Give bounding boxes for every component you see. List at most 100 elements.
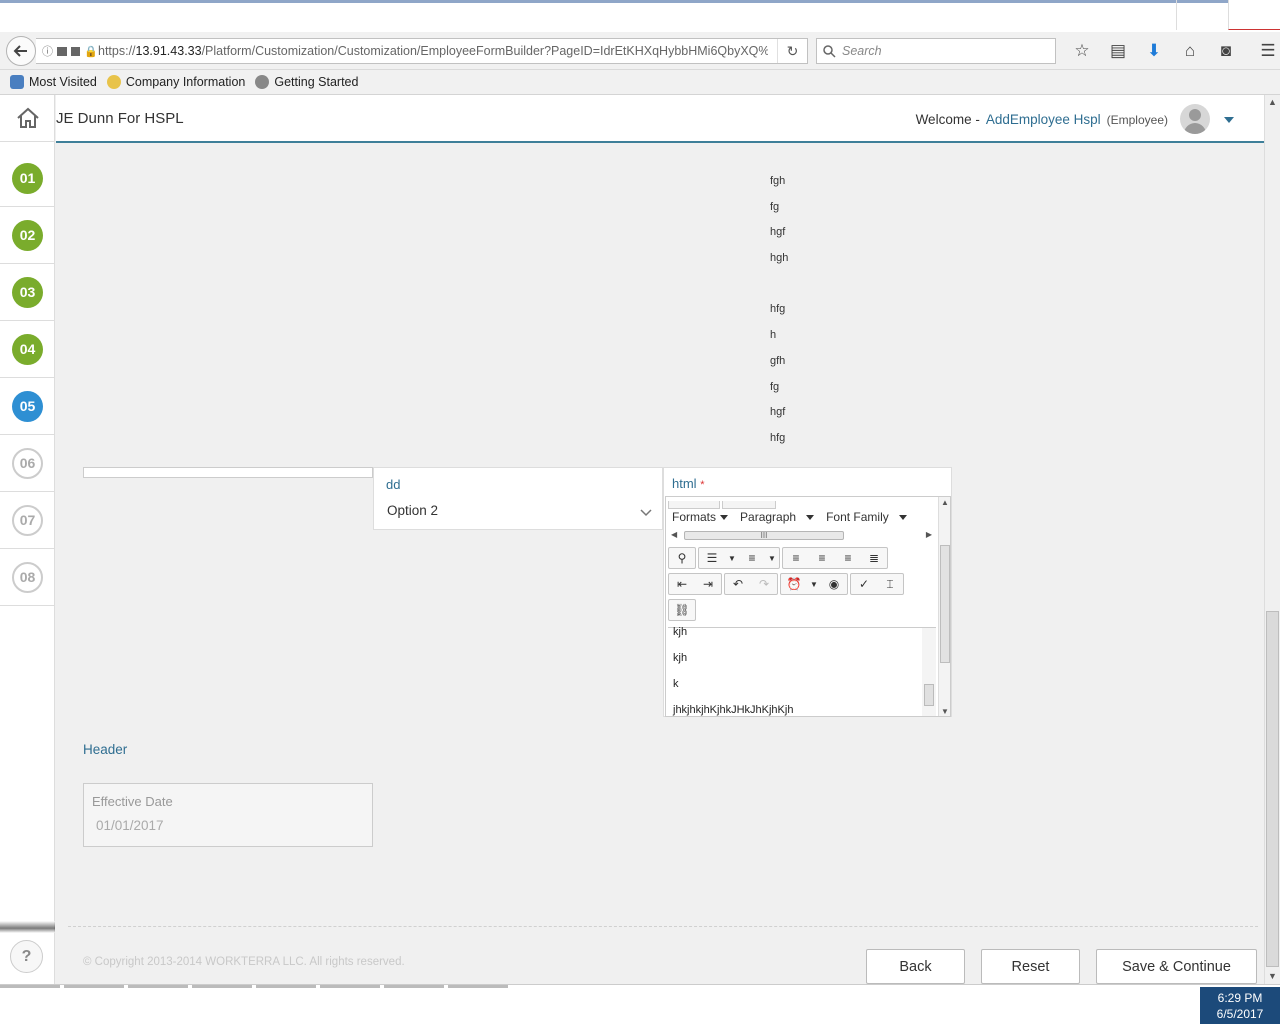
step-04[interactable]: 04 <box>0 321 55 378</box>
back-arrow-icon[interactable] <box>6 36 36 66</box>
find-binoculars-icon[interactable]: ⚲ <box>669 548 695 568</box>
align-right-icon[interactable]: ≡ <box>835 548 861 568</box>
paragraph-label: Paragraph <box>740 509 797 524</box>
search-input[interactable]: Search <box>816 38 1056 64</box>
redo-icon[interactable]: ↷ <box>751 574 777 594</box>
taskbar-item[interactable] <box>384 985 444 988</box>
font-family-dropdown[interactable]: Font Family <box>826 510 907 524</box>
taskbar-item[interactable] <box>64 985 124 988</box>
step-07[interactable]: 07 <box>0 492 55 549</box>
caret-down-icon <box>898 514 907 520</box>
taskbar-item[interactable] <box>320 985 380 988</box>
scroll-up-icon[interactable]: ▲ <box>1268 97 1277 107</box>
navigation-toolbar: ⓘ 🔒 https://13.91.43.33/Platform/Customi… <box>0 32 1280 70</box>
editor-content[interactable]: kjh kjh k jhkjhkjhKjhkJHkJhKjhKjh <box>668 626 936 716</box>
maximize-button[interactable] <box>1176 0 1228 30</box>
align-center-icon[interactable]: ≡ <box>809 548 835 568</box>
avatar[interactable] <box>1180 104 1210 134</box>
caret-down-icon[interactable]: ▼ <box>725 548 739 568</box>
scroll-down-icon[interactable]: ▼ <box>941 707 949 716</box>
preview-line: hgh <box>770 252 789 265</box>
taskbar-item[interactable] <box>256 985 316 988</box>
scroll-right-icon[interactable]: ▶ <box>926 530 932 539</box>
link-icon[interactable]: ⛓ <box>669 600 695 620</box>
scroll-thumb[interactable] <box>940 545 950 663</box>
bookmark-most-visited[interactable]: Most Visited <box>10 75 97 89</box>
align-justify-icon[interactable]: ≣ <box>861 548 887 568</box>
dd-selected-value[interactable]: Option 2 <box>387 503 438 518</box>
outdent-icon[interactable]: ⇤ <box>669 574 695 594</box>
toolbar-horizontal-scrollbar[interactable]: ◀ III ▶ <box>668 529 934 542</box>
taskbar-item[interactable] <box>448 985 508 988</box>
rich-text-editor[interactable]: Formats Paragraph Font Family ◀ III ▶ ⚲ … <box>665 496 951 717</box>
step-02[interactable]: 02 <box>0 207 55 264</box>
home-icon[interactable] <box>0 95 55 142</box>
download-icon[interactable]: ⬇ <box>1136 36 1172 66</box>
page-header: JE Dunn For HSPL Welcome - AddEmployee H… <box>56 95 1264 143</box>
undo-icon[interactable]: ↶ <box>725 574 751 594</box>
font-family-label: Font Family <box>826 509 889 524</box>
formats-dropdown[interactable]: Formats <box>672 510 729 524</box>
paragraph-dropdown[interactable]: Paragraph <box>740 509 815 524</box>
bookmark-getting-started[interactable]: Getting Started <box>255 75 358 89</box>
numbered-list-icon[interactable]: ≡ <box>739 548 765 568</box>
user-name-link[interactable]: AddEmployee Hspl <box>986 112 1101 127</box>
spellcheck-icon[interactable]: ✓ <box>851 574 877 594</box>
bookmark-company-information[interactable]: Company Information <box>106 75 245 89</box>
back-button[interactable]: Back <box>866 949 965 984</box>
reader-list-icon[interactable]: ▤ <box>1100 36 1136 66</box>
system-clock[interactable]: 6:29 PM 6/5/2017 <box>1200 987 1280 1024</box>
page-break-icon[interactable]: ⌶ <box>877 574 903 594</box>
caret-down-icon[interactable]: ▼ <box>765 548 779 568</box>
preview-line: fg <box>770 380 780 393</box>
page-scrollbar[interactable]: ▲ ▼ <box>1264 95 1280 984</box>
taskbar-item[interactable] <box>0 985 60 988</box>
reset-button[interactable]: Reset <box>981 949 1080 984</box>
dd-dropdown-field[interactable]: dd Option 2 <box>373 467 663 530</box>
search-icon <box>823 44 836 58</box>
scroll-thumb[interactable]: III <box>684 531 844 540</box>
star-icon[interactable]: ☆ <box>1064 36 1100 66</box>
reload-icon[interactable]: ↻ <box>777 39 807 63</box>
chevron-down-icon[interactable] <box>640 506 652 520</box>
close-window-button[interactable] <box>1228 0 1280 30</box>
align-left-icon[interactable]: ≡ <box>783 548 809 568</box>
bookmark-folder-icon <box>10 75 24 89</box>
chevron-down-icon[interactable] <box>1224 117 1234 123</box>
scroll-down-icon[interactable]: ▼ <box>1268 971 1277 981</box>
step-05[interactable]: 05 <box>0 378 55 435</box>
bullet-list-icon[interactable]: ☰ <box>699 548 725 568</box>
address-bar[interactable]: ⓘ 🔒 https://13.91.43.33/Platform/Customi… <box>36 38 808 64</box>
preview-eye-icon[interactable]: ◉ <box>821 574 847 594</box>
pocket-icon[interactable]: ◙ <box>1208 36 1244 66</box>
home-icon[interactable]: ⌂ <box>1172 36 1208 66</box>
url-text[interactable]: https://13.91.43.33/Platform/Customizati… <box>98 44 768 58</box>
editor-vertical-scrollbar[interactable]: ▲ ▼ <box>938 497 950 716</box>
step-06[interactable]: 06 <box>0 435 55 492</box>
step-03[interactable]: 03 <box>0 264 55 321</box>
step-08[interactable]: 08 <box>0 549 55 606</box>
step-01[interactable]: 01 <box>0 150 55 207</box>
welcome-text: Welcome - AddEmployee Hspl (Employee) <box>916 112 1168 127</box>
lock-warning-icon[interactable]: 🔒 <box>84 45 98 58</box>
caret-down-icon[interactable]: ▼ <box>807 574 821 594</box>
scroll-up-icon[interactable]: ▲ <box>941 498 949 507</box>
content-scrollbar[interactable] <box>922 628 936 716</box>
insert-time-icon[interactable]: ⏰ <box>781 574 807 594</box>
preview-line: hfg <box>770 303 786 316</box>
section-header-label: Header <box>83 742 128 757</box>
taskbar-item[interactable] <box>192 985 252 988</box>
taskbar-item[interactable] <box>128 985 188 988</box>
save-continue-button[interactable]: Save & Continue <box>1096 949 1257 984</box>
menu-icon[interactable]: ☰ <box>1250 36 1280 66</box>
indent-icon[interactable]: ⇥ <box>695 574 721 594</box>
preview-line: fg <box>770 200 780 213</box>
scroll-thumb[interactable] <box>1266 611 1279 967</box>
text-field[interactable] <box>83 467 373 478</box>
content-line: kjh <box>673 652 688 664</box>
scroll-thumb[interactable] <box>924 684 934 706</box>
os-taskbar: 6:29 PM 6/5/2017 <box>0 984 1280 1024</box>
scroll-left-icon[interactable]: ◀ <box>671 530 677 539</box>
help-button[interactable]: ? <box>10 940 43 973</box>
info-icon[interactable]: ⓘ <box>42 43 53 59</box>
